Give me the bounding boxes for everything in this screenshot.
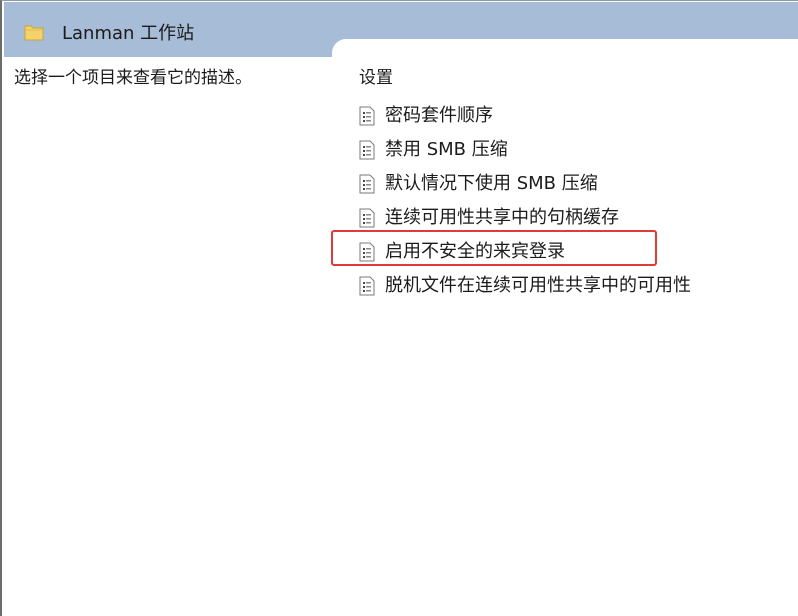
setting-item-label: 连续可用性共享中的句柄缓存 — [385, 207, 619, 228]
policy-setting-icon — [358, 174, 376, 194]
folder-icon — [24, 23, 44, 41]
policy-setting-icon — [358, 140, 376, 160]
setting-item-label: 脱机文件在连续可用性共享中的可用性 — [385, 275, 691, 296]
setting-item-cipher-suite-order[interactable]: 密码套件顺序 — [358, 99, 691, 133]
setting-item-disable-smb-compression[interactable]: 禁用 SMB 压缩 — [358, 133, 691, 167]
setting-item-label: 禁用 SMB 压缩 — [385, 139, 508, 160]
policy-setting-icon — [358, 208, 376, 228]
setting-item-label: 密码套件顺序 — [385, 105, 493, 126]
description-text: 选择一个项目来查看它的描述。 — [14, 68, 252, 88]
settings-column-header[interactable]: 设置 — [359, 67, 393, 89]
setting-item-label: 默认情况下使用 SMB 压缩 — [385, 173, 598, 194]
header-tab-curve — [332, 39, 798, 69]
policy-setting-icon — [358, 106, 376, 126]
settings-list: 密码套件顺序 禁用 SMB 压缩 默认情况下使用 SMB 压缩 连续可用性共享中… — [358, 99, 691, 303]
setting-item-default-smb-compression[interactable]: 默认情况下使用 SMB 压缩 — [358, 167, 691, 201]
policy-details-pane: Lanman 工作站 选择一个项目来查看它的描述。 设置 密码套件顺序 禁用 S… — [0, 0, 798, 616]
setting-item-offline-files-availability[interactable]: 脱机文件在连续可用性共享中的可用性 — [358, 269, 691, 303]
header-title: Lanman 工作站 — [62, 23, 195, 44]
policy-setting-icon — [358, 276, 376, 296]
highlight-annotation-box — [331, 230, 657, 266]
